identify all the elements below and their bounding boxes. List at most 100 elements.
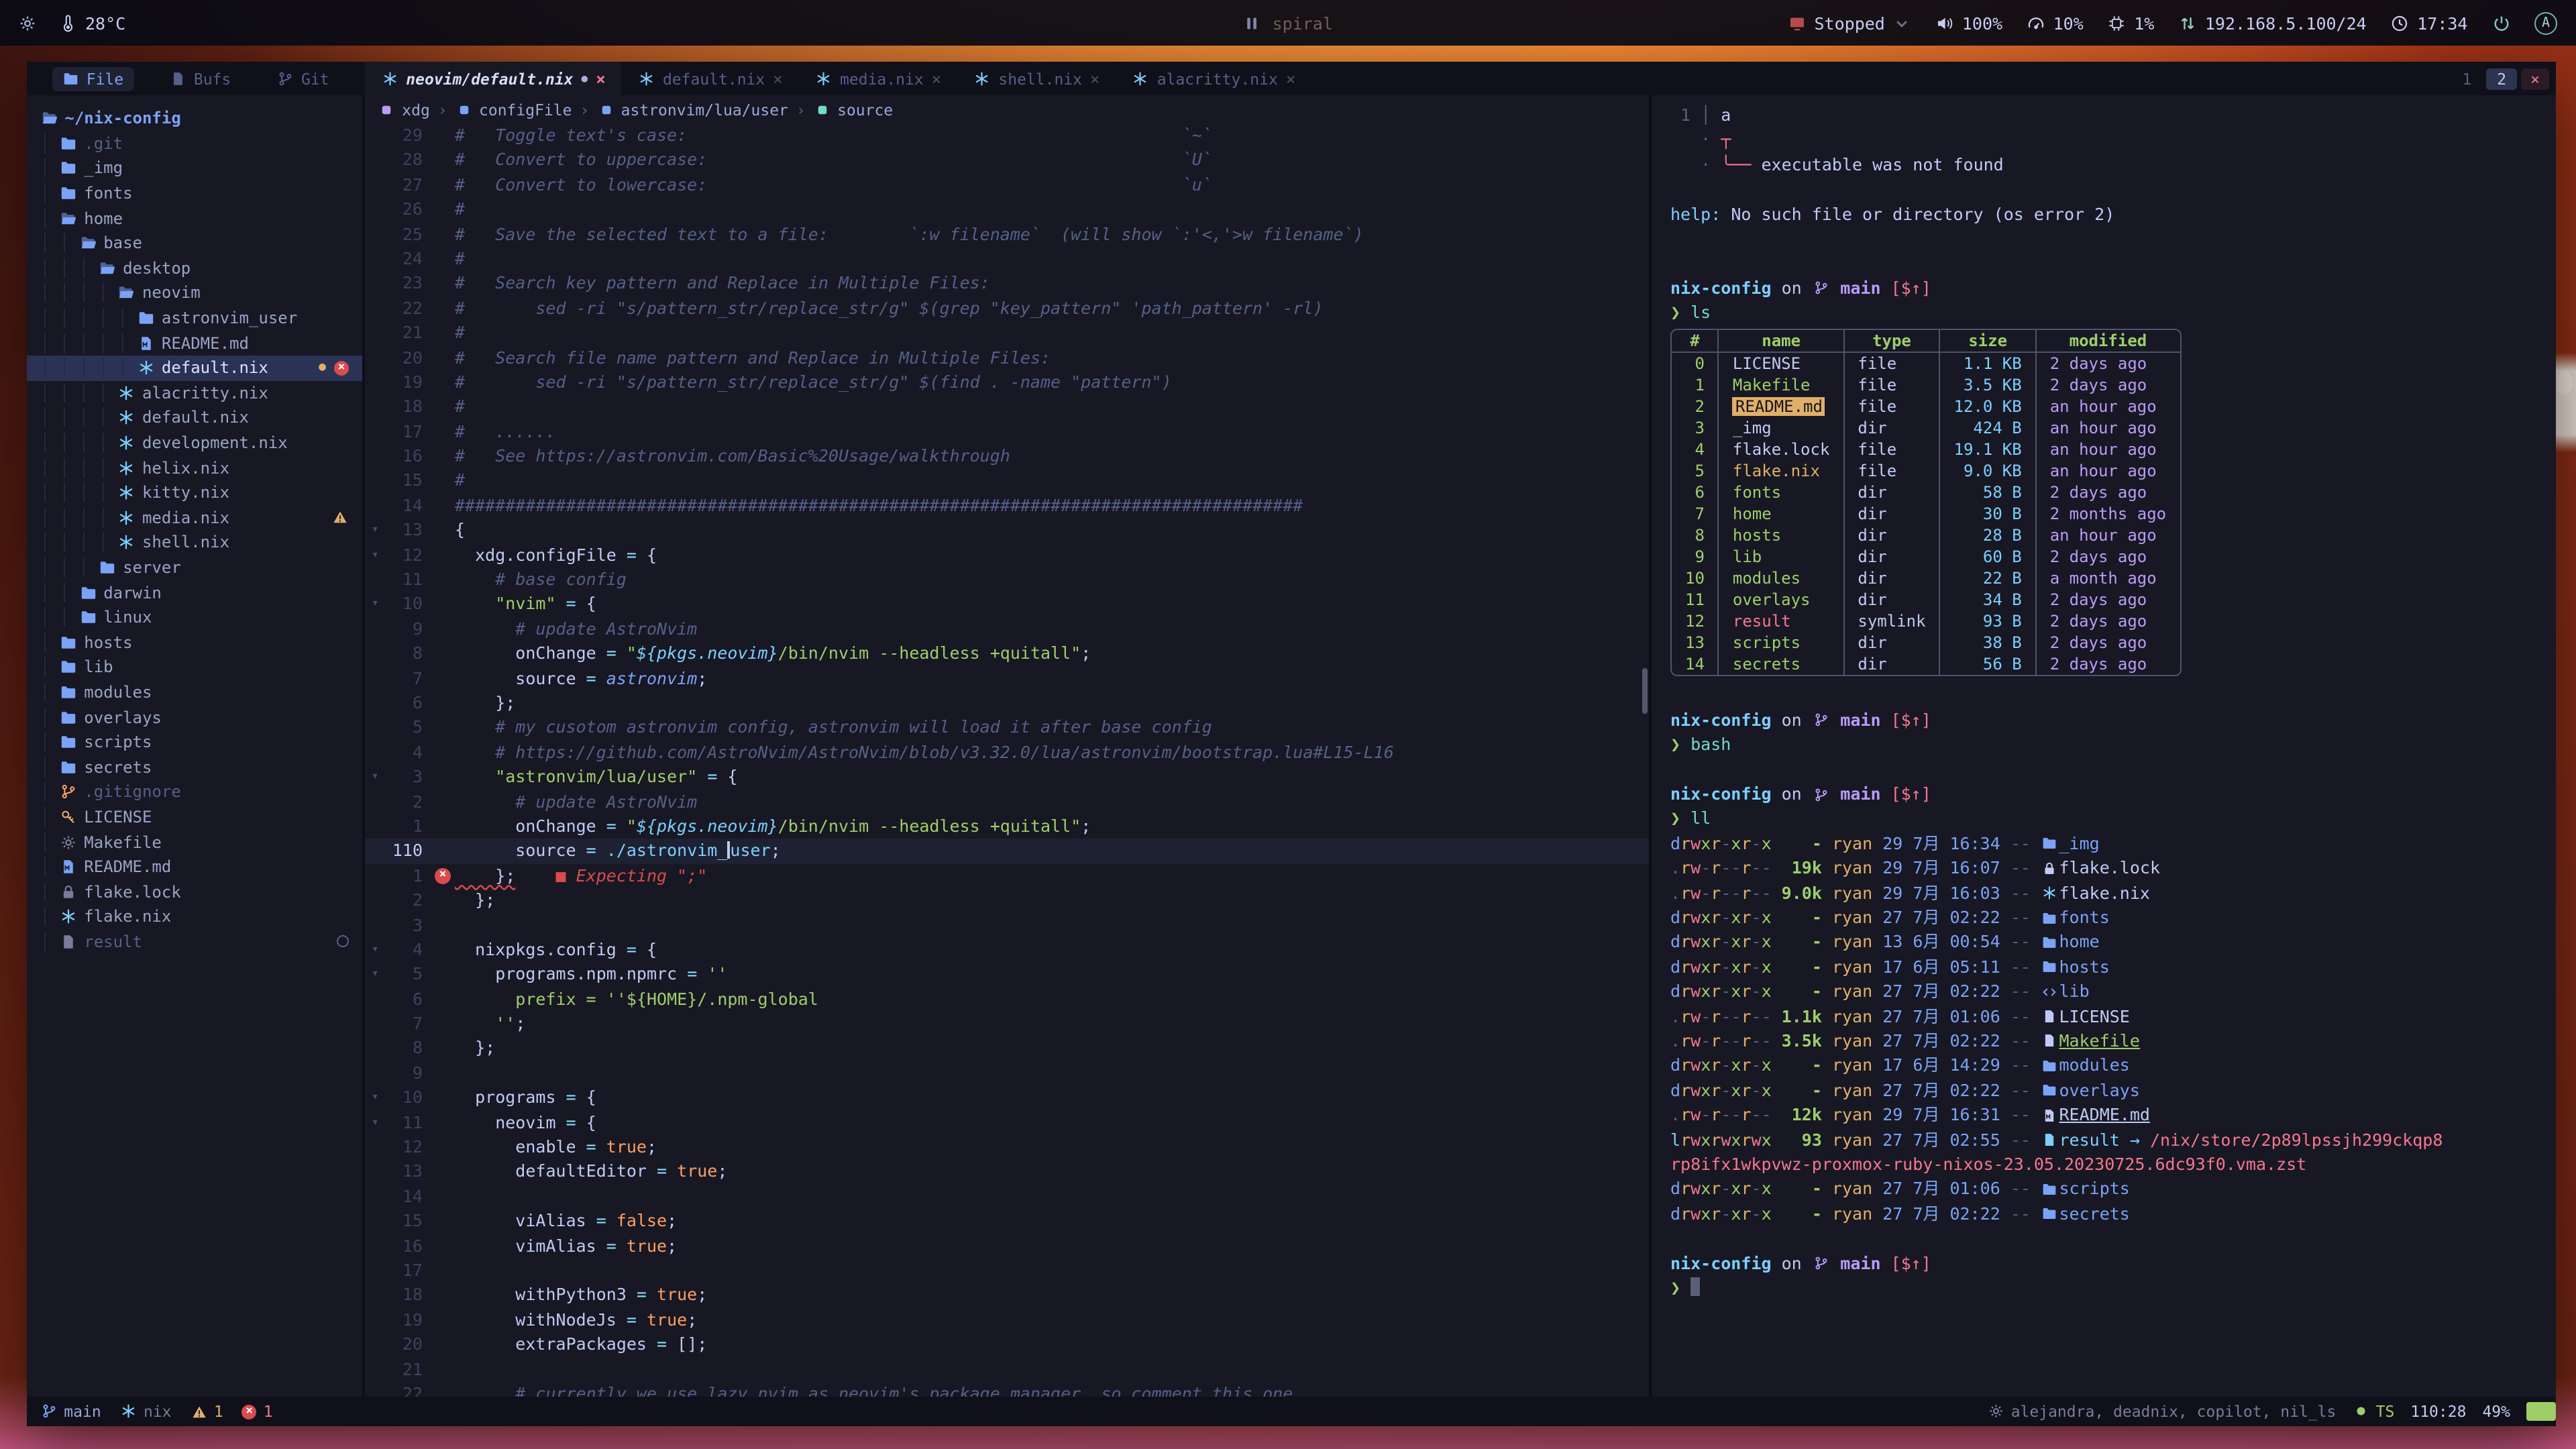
tree-item-base[interactable]: │ │ base (27, 231, 362, 256)
editor-line[interactable]: 7 source = astronvim; (365, 666, 1649, 691)
editor-line[interactable]: 11 # base config (365, 568, 1649, 592)
editor-line[interactable]: 25# Save the selected text to a file: `:… (365, 222, 1649, 247)
fold-marker[interactable]: ▾ (365, 1085, 385, 1110)
tree-item-darwin[interactable]: │ │ darwin (27, 580, 362, 605)
buffer-tab-neovim/default.nix[interactable]: neovim/default.nix●× (365, 62, 622, 95)
editor-line[interactable]: 1 onChange = "${pkgs.neovim}/bin/nvim --… (365, 814, 1649, 839)
fold-marker[interactable]: ▾ (365, 765, 385, 790)
editor-line[interactable]: 1× }; ■ Expecting ";" (365, 863, 1649, 888)
editor-line[interactable]: 19 withNodeJs = true; (365, 1308, 1649, 1333)
sidebar-tab-file[interactable]: File (52, 66, 134, 91)
tab-close-icon[interactable]: × (2521, 68, 2549, 89)
pause-icon[interactable] (1243, 15, 1262, 32)
clock-widget[interactable]: 17:34 (2391, 13, 2468, 33)
tree-item-result[interactable]: │ result (27, 929, 362, 954)
power-icon[interactable] (2492, 15, 2511, 32)
editor-line[interactable]: 21 (365, 1357, 1649, 1382)
tree-item-.git[interactable]: │ .git (27, 131, 362, 156)
temperature-widget[interactable]: 28°C (59, 13, 126, 33)
editor-line[interactable]: 19# sed -ri "s/pattern_str/replace_str/g… (365, 370, 1649, 395)
tabpage-2[interactable]: 2 (2486, 68, 2517, 89)
fold-marker[interactable]: ▾ (365, 592, 385, 617)
fold-marker[interactable]: ▾ (365, 1110, 385, 1135)
tree-item-helix.nix[interactable]: │ │ │ │ helix.nix (27, 455, 362, 480)
volume-widget[interactable]: 100% (1935, 13, 2002, 33)
tree-item-linux[interactable]: │ │ linux (27, 605, 362, 630)
buffer-tab-alacritty.nix[interactable]: alacritty.nix× (1116, 62, 1312, 95)
editor-scrollbar[interactable] (1642, 668, 1648, 714)
editor-line[interactable]: 18# (365, 395, 1649, 420)
tree-item-flake.nix[interactable]: │ flake.nix (27, 904, 362, 929)
sidebar-tab-git[interactable]: Git (267, 66, 340, 91)
editor-line[interactable]: ▾12 xdg.configFile = { (365, 543, 1649, 568)
tree-item-secrets[interactable]: │ secrets (27, 755, 362, 780)
editor-pane[interactable]: xdg›configFile›astronvim/lua/user›source… (365, 95, 1649, 1397)
tree-item-default.nix[interactable]: │ │ │ │ default.nix (27, 405, 362, 430)
editor-line[interactable]: 16 vimAlias = true; (365, 1234, 1649, 1258)
tree-item-astronvim_user[interactable]: │ │ │ │ │ astronvim_user (27, 306, 362, 331)
close-icon[interactable]: × (1090, 69, 1099, 88)
editor-line[interactable]: 20# Search file name pattern and Replace… (365, 345, 1649, 370)
editor-line[interactable]: 22 # currently we use lazy.nvim as neovi… (365, 1382, 1649, 1397)
memory-widget[interactable]: 1% (2108, 13, 2155, 33)
editor-line[interactable]: 6 prefix = ''${HOME}/.npm-global (365, 987, 1649, 1012)
editor-line[interactable]: 6 }; (365, 691, 1649, 716)
buffer-tab-default.nix[interactable]: default.nix× (622, 62, 799, 95)
editor-line[interactable]: 110 source = ./astronvim_user; (365, 839, 1649, 864)
tree-item-alacritty.nix[interactable]: │ │ │ │ alacritty.nix (27, 380, 362, 405)
network-widget[interactable]: 192.168.5.100/24 (2178, 13, 2366, 33)
editor-line[interactable]: 29# Toggle text's case: `~` (365, 123, 1649, 148)
editor-line[interactable]: 15# (365, 469, 1649, 494)
editor-line[interactable]: ▾13{ (365, 519, 1649, 543)
tree-item-scripts[interactable]: │ scripts (27, 730, 362, 755)
editor-line[interactable]: 26# (365, 197, 1649, 222)
fold-marker[interactable]: ▾ (365, 543, 385, 568)
tree-item-fonts[interactable]: │ fonts (27, 181, 362, 206)
close-icon[interactable]: × (773, 69, 782, 88)
editor-line[interactable]: 23# Search key pattern and Replace in Mu… (365, 272, 1649, 297)
tree-item-media.nix[interactable]: │ │ │ │ media.nix (27, 505, 362, 530)
tree-item-~/nix-config[interactable]: ~/nix-config (27, 106, 362, 131)
editor-line[interactable]: 28# Convert to uppercase: `U` (365, 148, 1649, 173)
tree-item-hosts[interactable]: │ hosts (27, 630, 362, 655)
tree-item-kitty.nix[interactable]: │ │ │ │ kitty.nix (27, 480, 362, 505)
breadcrumb-source[interactable]: source (814, 100, 893, 119)
close-icon[interactable]: × (932, 69, 941, 88)
disk-widget[interactable]: 10% (2027, 13, 2084, 33)
terminal-pane[interactable]: 1 │ a · ┬ · ╰── executable was not found… (1649, 95, 2556, 1397)
editor-line[interactable]: 17# ...... (365, 419, 1649, 444)
tree-item-README.md[interactable]: │ README.md (27, 855, 362, 879)
editor-line[interactable]: 8 }; (365, 1036, 1649, 1061)
tree-item-shell.nix[interactable]: │ │ │ │ shell.nix (27, 530, 362, 555)
tree-item-development.nix[interactable]: │ │ │ │ development.nix (27, 430, 362, 455)
editor-line[interactable]: ▾5 programs.npm.npmrc = '' (365, 963, 1649, 987)
editor-line[interactable]: 18 withPython3 = true; (365, 1283, 1649, 1308)
tree-item-README.md[interactable]: │ │ │ │ │ README.md (27, 331, 362, 356)
editor-line[interactable]: 9 # update AstroNvim (365, 617, 1649, 642)
tree-item-server[interactable]: │ │ │ server (27, 555, 362, 580)
editor-line[interactable]: 5 # my cusotom astronvim config, astronv… (365, 716, 1649, 741)
editor-line[interactable]: 7 ''; (365, 1012, 1649, 1036)
breadcrumb-configFile[interactable]: configFile (455, 100, 572, 119)
sidebar-tab-bufs[interactable]: Bufs (160, 66, 242, 91)
editor-line[interactable]: 2 }; (365, 888, 1649, 913)
tree-item-_img[interactable]: │ _img (27, 156, 362, 180)
tree-item-flake.lock[interactable]: │ flake.lock (27, 879, 362, 904)
editor-line[interactable]: 22# sed -ri "s/pattern_str/replace_str/g… (365, 296, 1649, 321)
tree-item-home[interactable]: │ home (27, 206, 362, 231)
tree-item-.gitignore[interactable]: │ .gitignore (27, 780, 362, 804)
layout-badge[interactable]: A (2534, 11, 2557, 34)
tree-item-LICENSE[interactable]: │ LICENSE (27, 804, 362, 829)
editor-line[interactable]: 17 (365, 1258, 1649, 1283)
tree-item-desktop[interactable]: │ │ │ desktop (27, 256, 362, 280)
tree-item-lib[interactable]: │ lib (27, 655, 362, 680)
fold-marker[interactable]: ▾ (365, 963, 385, 987)
tree-item-Makefile[interactable]: │ Makefile (27, 829, 362, 854)
tabpage-1[interactable]: 1 (2451, 68, 2482, 89)
editor-line[interactable]: 15 viAlias = false; (365, 1209, 1649, 1234)
editor-line[interactable]: ▾3 "astronvim/lua/user" = { (365, 765, 1649, 790)
buffer-tab-media.nix[interactable]: media.nix× (799, 62, 957, 95)
fold-marker[interactable]: ▾ (365, 938, 385, 963)
editor-line[interactable]: 12 enable = true; (365, 1135, 1649, 1160)
editor-line[interactable]: 21# (365, 321, 1649, 345)
